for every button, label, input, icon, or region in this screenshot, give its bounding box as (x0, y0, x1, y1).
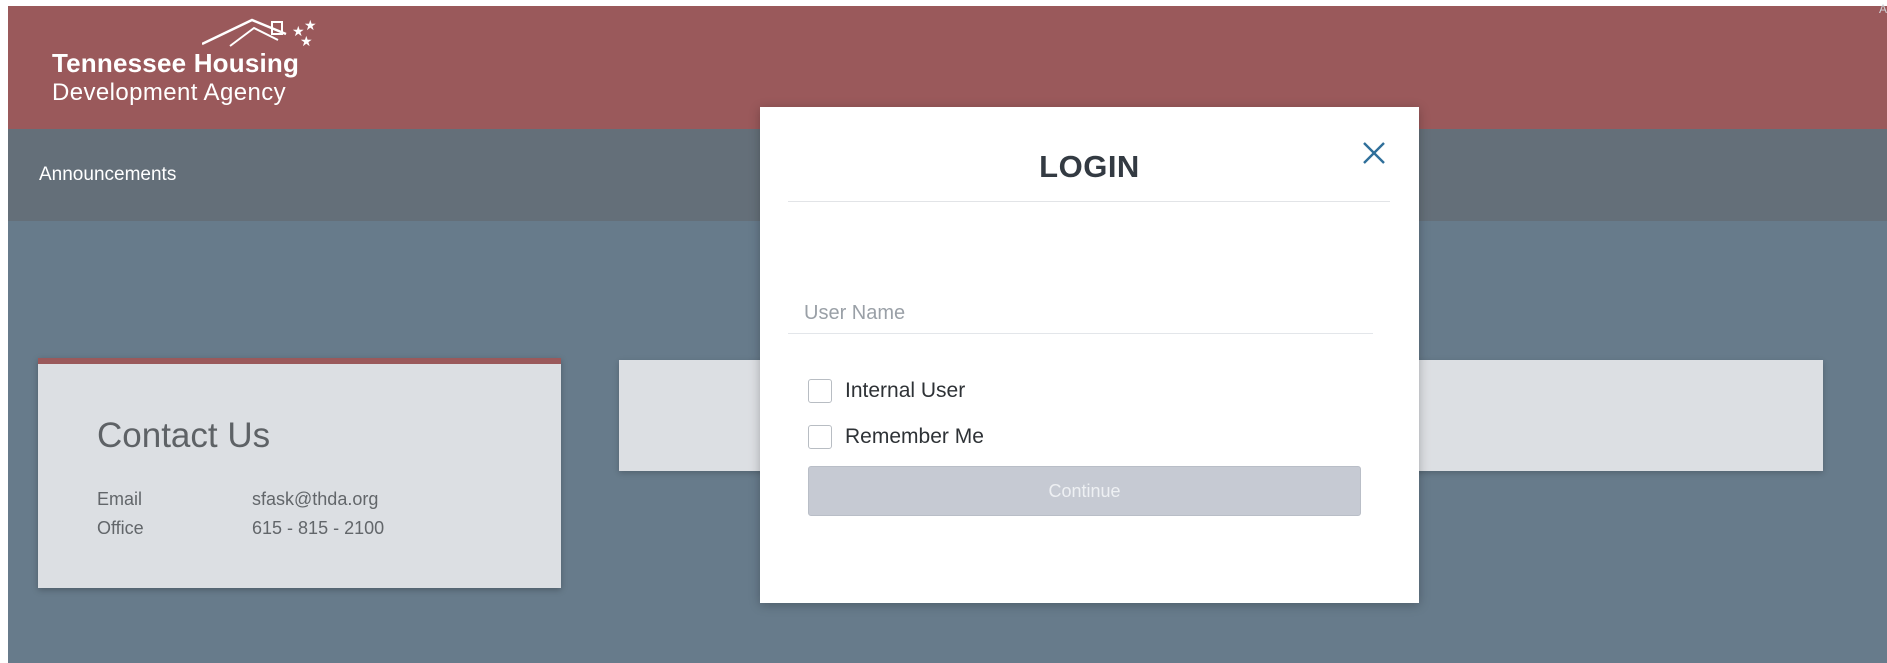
internal-user-checkbox-row[interactable]: Internal User (808, 379, 965, 403)
contact-email-label: Email (97, 489, 143, 509)
page-backdrop: ★ ★ ★ Tennessee Housing Development Agen… (8, 2, 1887, 663)
remember-me-checkbox-row[interactable]: Remember Me (808, 425, 984, 449)
close-icon (1363, 142, 1385, 164)
contact-office-value: 615 - 815 - 2100 (252, 518, 385, 538)
corner-text: A (1878, 2, 1887, 16)
contact-email-value: sfask@thda.org (252, 489, 379, 509)
contact-email-row: Email sfask@thda.org (97, 489, 378, 510)
contact-card: Contact Us Email sfask@thda.org Office 6… (38, 358, 561, 588)
login-modal: LOGIN Internal User Remember Me Continue (760, 107, 1419, 603)
contact-office-label: Office (97, 518, 144, 538)
modal-divider (788, 201, 1390, 202)
internal-user-label[interactable]: Internal User (845, 379, 965, 403)
username-input[interactable] (788, 294, 1373, 334)
remember-me-label[interactable]: Remember Me (845, 425, 984, 449)
close-button[interactable] (1359, 138, 1389, 168)
continue-button[interactable]: Continue (808, 466, 1361, 516)
contact-office-row: Office 615 - 815 - 2100 (97, 518, 384, 539)
contact-title: Contact Us (97, 416, 271, 455)
modal-title: LOGIN (1039, 149, 1140, 184)
internal-user-checkbox[interactable] (808, 379, 832, 403)
remember-me-checkbox[interactable] (808, 425, 832, 449)
